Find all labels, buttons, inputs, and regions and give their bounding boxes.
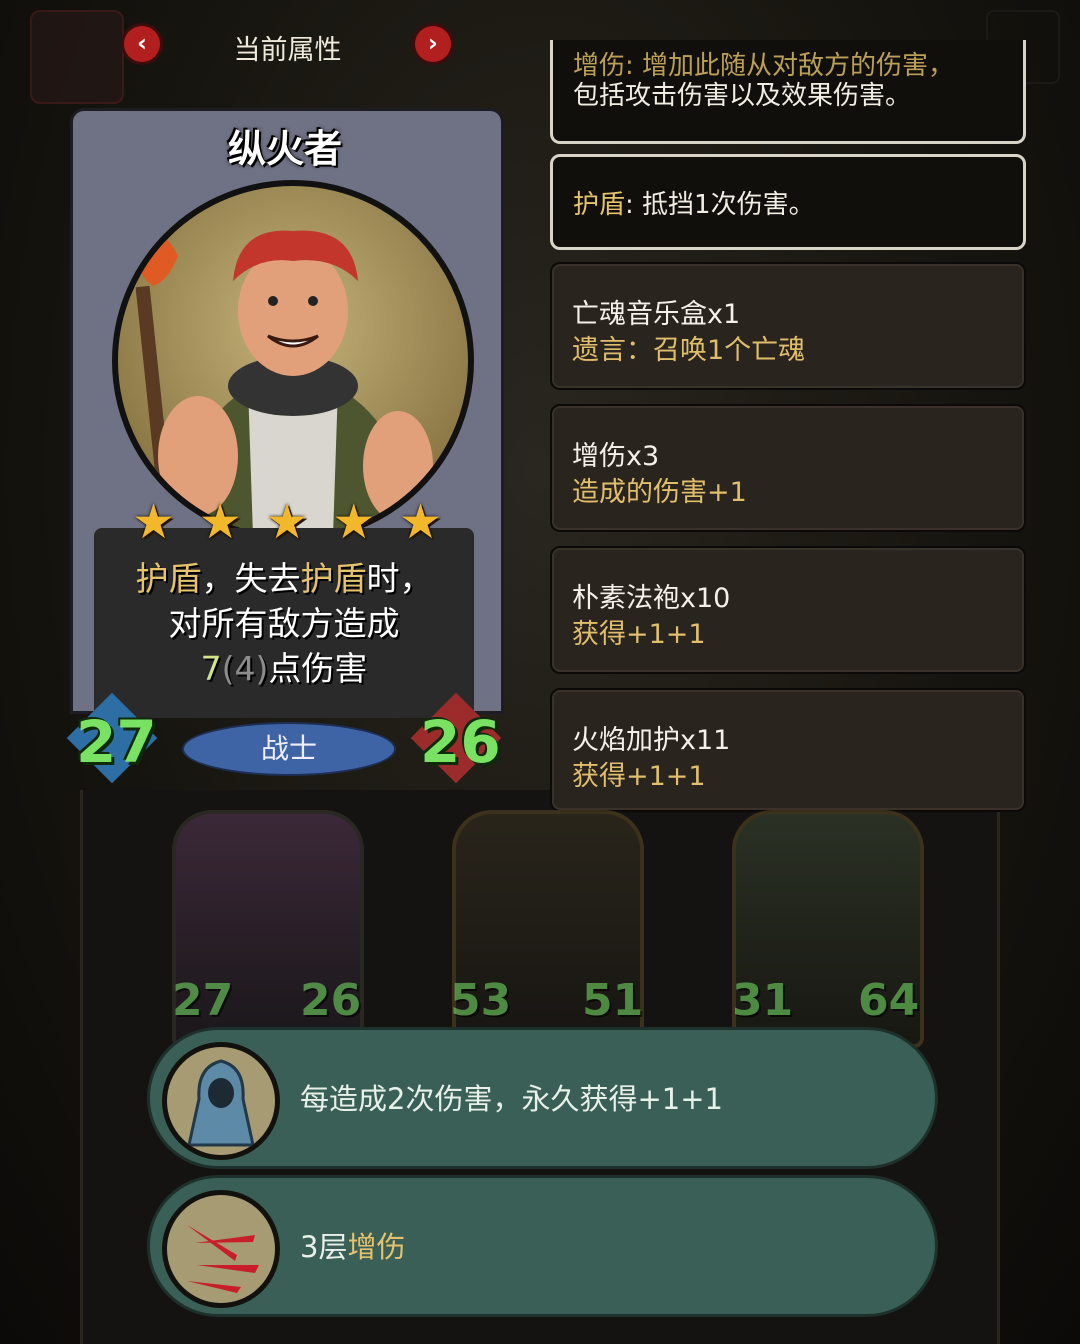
buff-text: 3层增伤 xyxy=(300,1224,405,1266)
team-attack: 53 xyxy=(450,975,512,1026)
ability-line-2: 对所有敌方造成 xyxy=(168,604,400,643)
keyword-line: 护盾: 抵挡1次伤害。 xyxy=(573,187,815,223)
keyword-info-shield: 护盾: 抵挡1次伤害。 xyxy=(550,154,1026,250)
buff-text: 每造成2次伤害，永久获得+1+1 xyxy=(300,1082,723,1116)
star-icon: ★ xyxy=(198,494,242,550)
hero-portrait xyxy=(112,180,474,542)
hero-name: 纵火者 xyxy=(227,127,342,171)
ability-text-part: 时， xyxy=(366,559,433,598)
ability-text-part: ，失去 xyxy=(201,559,301,598)
item-name: 火焰加护x11 xyxy=(572,725,731,756)
buff-keyword: 增伤 xyxy=(347,1230,406,1264)
class-badge: 战士 xyxy=(182,722,396,776)
team-health: 64 xyxy=(858,975,920,1026)
item-card[interactable]: 亡魂音乐盒x1 遗言：召唤1个亡魂 xyxy=(550,262,1026,390)
header-avatar xyxy=(30,10,124,104)
buff-bar[interactable]: 每造成2次伤害，永久获得+1+1 xyxy=(150,1030,935,1166)
team-attack: 31 xyxy=(732,975,794,1026)
arsonist-portrait-icon xyxy=(135,230,433,536)
keyword-shield: 护盾 xyxy=(135,559,202,598)
star-icon: ★ xyxy=(265,494,309,550)
chevron-right-icon: › xyxy=(428,29,438,57)
star-icon: ★ xyxy=(132,494,176,550)
item-name: 朴素法袍x10 xyxy=(572,583,731,614)
item-desc: 遗言：召唤1个亡魂 xyxy=(572,335,806,366)
hero-card[interactable]: 纵火者 ★ ★ ★ ★ ★ 护盾，失去护盾时， 对所有敌方造成 7(4)点伤害 … xyxy=(66,108,504,788)
keyword-info-damage-boost: 增伤: 增加此随从对敌方的伤害， 包括攻击伤害以及效果伤害。 xyxy=(550,40,1026,144)
next-button[interactable]: › xyxy=(415,26,451,62)
keyword-separator: : xyxy=(625,190,643,220)
keyword-shield: 护盾 xyxy=(300,559,367,598)
team-health: 26 xyxy=(300,975,362,1026)
keyword-line: 包括攻击伤害以及效果伤害。 xyxy=(573,81,912,111)
team-health: 51 xyxy=(582,975,644,1026)
claw-scratch-icon xyxy=(162,1190,280,1308)
item-desc: 获得+1+1 xyxy=(572,619,706,650)
chevron-left-icon: ‹ xyxy=(137,29,147,57)
star-icon: ★ xyxy=(398,494,442,550)
item-card[interactable]: 增伤x3 造成的伤害+1 xyxy=(550,404,1026,532)
ability-line-3: 7(4)点伤害 xyxy=(94,646,474,691)
item-name: 增伤x3 xyxy=(572,441,660,472)
attack-value: 27 xyxy=(76,708,157,776)
item-desc: 造成的伤害+1 xyxy=(572,477,747,508)
keyword-desc: 抵挡1次伤害。 xyxy=(642,190,815,220)
ability-text: 护盾，失去护盾时， 对所有敌方造成 7(4)点伤害 xyxy=(94,556,474,691)
base-damage-value: (4) xyxy=(221,649,269,688)
star-icon: ★ xyxy=(332,494,376,550)
buff-stack-count: 3层 xyxy=(300,1230,348,1264)
team-attack: 27 xyxy=(172,975,234,1026)
prev-button[interactable]: ‹ xyxy=(124,26,160,62)
item-name: 亡魂音乐盒x1 xyxy=(572,299,741,330)
hooded-robe-icon xyxy=(162,1042,280,1160)
item-card[interactable]: 火焰加护x11 获得+1+1 xyxy=(550,688,1026,812)
health-value: 26 xyxy=(420,708,501,776)
damage-value: 7 xyxy=(200,649,222,688)
item-card[interactable]: 朴素法袍x10 获得+1+1 xyxy=(550,546,1026,674)
page-title: 当前属性 xyxy=(233,35,342,66)
keyword-name: 护盾 xyxy=(573,190,626,220)
ability-text-part: 点伤害 xyxy=(268,649,368,688)
item-desc: 获得+1+1 xyxy=(572,761,706,792)
ability-line-1: 护盾，失去护盾时， xyxy=(94,556,474,601)
buff-bar[interactable]: 3层增伤 xyxy=(150,1178,935,1314)
star-rating: ★ ★ ★ ★ ★ xyxy=(132,498,442,546)
